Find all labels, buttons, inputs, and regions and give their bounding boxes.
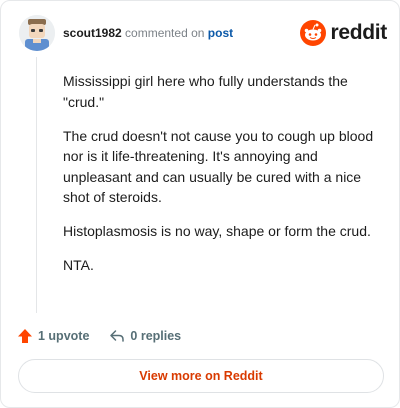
comment-meta: scout1982 commented on post	[63, 25, 233, 41]
reply-button[interactable]: 0 replies	[109, 328, 181, 344]
avatar-illustration-icon	[19, 15, 55, 51]
comment-actions: 1 upvote 0 replies	[17, 325, 181, 347]
comment-paragraph: The crud doesn't not cause you to cough …	[63, 127, 374, 206]
comment-paragraph: NTA.	[63, 257, 94, 273]
comment-paragraph: Histoplasmosis is no way, shape or form …	[63, 223, 371, 239]
reddit-logo[interactable]: reddit	[300, 19, 387, 47]
reddit-snoo-icon	[300, 20, 327, 46]
username-link[interactable]: scout1982	[63, 26, 122, 40]
comment-body: Mississippi girl here who fully understa…	[63, 71, 385, 289]
view-more-button[interactable]: View more on Reddit	[18, 359, 384, 393]
reply-count: 0 replies	[130, 329, 182, 343]
comment-header: scout1982 commented on post reddit	[19, 15, 387, 51]
post-link[interactable]: post	[208, 26, 233, 40]
reply-arrow-icon	[110, 330, 125, 342]
embedded-comment-card: scout1982 commented on post reddit Missi…	[0, 0, 400, 408]
commented-on-text: commented on	[125, 26, 205, 40]
upvote-button[interactable]: 1 upvote	[17, 328, 89, 344]
reddit-wordmark: reddit	[330, 21, 387, 44]
thread-line	[36, 57, 37, 313]
upvote-count: 1 upvote	[38, 329, 90, 343]
comment-paragraph: Mississippi girl here who fully understa…	[63, 73, 348, 110]
user-avatar[interactable]	[19, 15, 55, 51]
upvote-arrow-icon	[18, 329, 32, 343]
